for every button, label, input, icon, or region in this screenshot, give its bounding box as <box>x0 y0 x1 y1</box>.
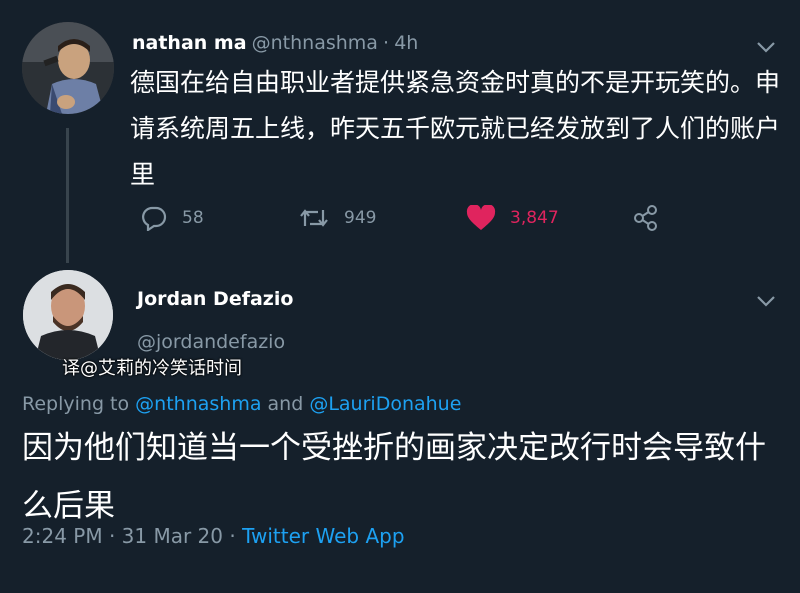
chevron-down-icon[interactable] <box>756 292 776 311</box>
translator-watermark-note: 译@艾莉的冷笑话时间 <box>62 358 242 379</box>
tweet-text: 德国在给自由职业者提供紧急资金时真的不是开玩笑的。申请系统周五上线，昨天五千欧元… <box>130 68 781 189</box>
reply-count: 58 <box>182 208 204 228</box>
thread-connector-line <box>66 128 69 263</box>
share-icon <box>634 205 657 231</box>
avatar[interactable] <box>22 22 114 114</box>
tweet-timestamp[interactable]: 2:24 PM · 31 Mar 20 · <box>22 524 236 548</box>
user-handle[interactable]: @jordandefazio <box>137 331 285 353</box>
mention-link[interactable]: @LauriDonahue <box>309 393 461 415</box>
like-button[interactable]: 3,847 <box>466 205 559 231</box>
retweet-count: 949 <box>344 208 377 228</box>
avatar-photo-icon <box>23 270 113 360</box>
user-handle[interactable]: @nthnashma <box>252 32 378 54</box>
display-name[interactable]: nathan ma <box>132 32 247 54</box>
heart-icon <box>466 205 496 230</box>
reply-icon <box>142 206 167 231</box>
replying-to-line: Replying to @nthnashma and @LauriDonahue <box>22 393 461 415</box>
reply-button[interactable]: 58 <box>140 205 204 231</box>
replying-prefix: Replying to <box>22 393 130 415</box>
tweet1-header: nathan ma @nthnashma · 4h <box>132 32 418 54</box>
separator-dot: · <box>383 32 390 54</box>
replying-and: and <box>267 393 304 415</box>
chevron-down-icon[interactable] <box>756 38 776 57</box>
retweet-button[interactable]: 949 <box>298 205 376 231</box>
mention-link[interactable]: @nthnashma <box>135 393 261 415</box>
tweet-source-link[interactable]: Twitter Web App <box>242 524 404 548</box>
tweet-text: 因为他们知道当一个受挫折的画家决定改行时会导致什么后果 <box>22 430 766 524</box>
display-name[interactable]: Jordan Defazio <box>137 288 293 310</box>
tweet-meta: 2:24 PM · 31 Mar 20 · Twitter Web App <box>22 524 405 548</box>
avatar-photo-icon <box>22 22 114 114</box>
retweet-icon <box>300 209 328 227</box>
share-button[interactable] <box>632 205 660 231</box>
like-count: 3,847 <box>510 208 559 228</box>
avatar[interactable] <box>23 270 113 360</box>
tweet-time[interactable]: 4h <box>394 32 418 54</box>
